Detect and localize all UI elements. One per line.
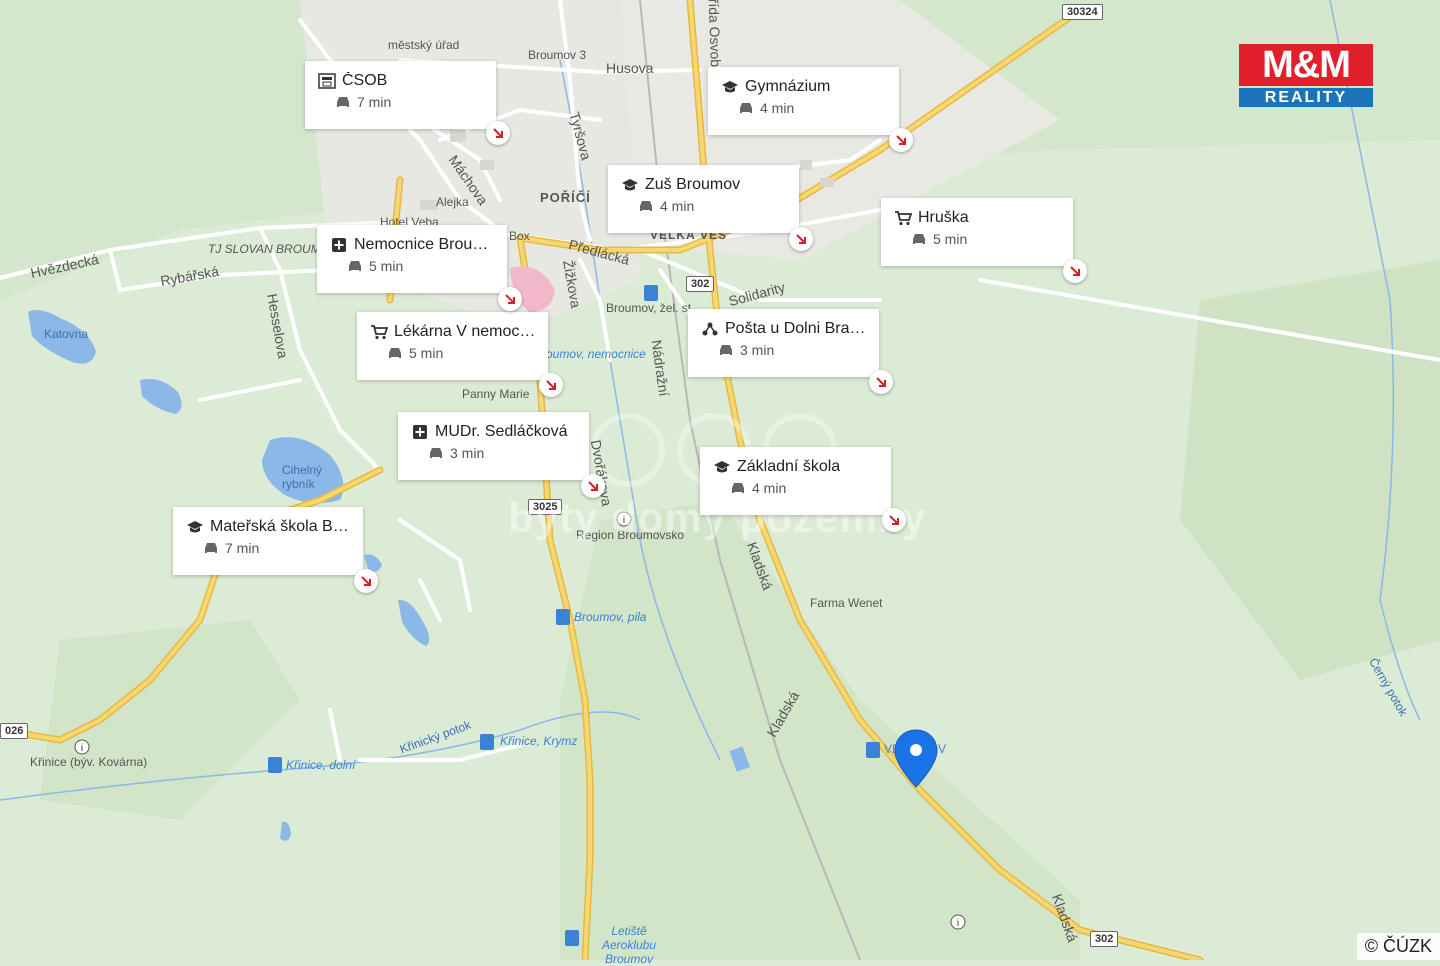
- poi-anchor-arrow-icon[interactable]: [869, 370, 893, 394]
- poi-name: Zuš Broumov: [645, 176, 741, 193]
- poi-travel-time: 7 min: [357, 94, 392, 110]
- place-label: Broumov, žel. st.: [606, 301, 695, 315]
- bus-stop-icon: [644, 285, 658, 301]
- poi-travel-time: 5 min: [369, 258, 404, 274]
- place-label: Cihelný rybník: [282, 463, 323, 491]
- svg-text:i: i: [81, 743, 83, 754]
- poi-travel-time: 4 min: [660, 198, 695, 214]
- car-icon: [740, 103, 752, 113]
- bank-icon: [317, 73, 337, 89]
- poi-card-posta[interactable]: Pošta u Dolni Branky 3 min: [688, 309, 879, 377]
- car-icon: [732, 483, 744, 493]
- poi-name: Lékárna V nemocnici: [394, 323, 536, 340]
- shop-cart-icon: [893, 210, 913, 226]
- road-number-badge: 026: [0, 723, 29, 739]
- place-label: Katovna: [44, 327, 89, 341]
- poi-card-nemocnice[interactable]: Nemocnice Broumov 5 min: [317, 225, 507, 293]
- logo-text: M&M: [1262, 44, 1351, 86]
- poi-anchor-arrow-icon[interactable]: [486, 121, 510, 145]
- post-office-icon: [700, 321, 720, 337]
- poi-travel-time: 3 min: [450, 445, 485, 461]
- car-icon: [349, 261, 361, 271]
- place-label: Křinice, dolní: [286, 758, 356, 772]
- car-icon: [337, 97, 349, 107]
- road-number-badge: 30324: [1062, 4, 1103, 20]
- car-icon: [913, 234, 925, 244]
- poi-anchor-arrow-icon[interactable]: [539, 373, 563, 397]
- poi-anchor-arrow-icon[interactable]: [354, 569, 378, 593]
- medical-cross-icon: [410, 424, 430, 440]
- poi-anchor-arrow-icon[interactable]: [882, 508, 906, 532]
- poi-travel-time: 4 min: [752, 480, 787, 496]
- poi-card-lekarna[interactable]: Lékárna V nemocnici 5 min: [357, 312, 548, 380]
- school-icon: [185, 519, 205, 535]
- place-label: městský úřad: [388, 38, 460, 52]
- place-label: Alejka: [436, 195, 469, 209]
- logo-subtext: REALITY: [1264, 89, 1348, 106]
- shop-cart-icon: [369, 324, 389, 340]
- road-number-badge: 302: [686, 276, 715, 292]
- poi-anchor-arrow-icon[interactable]: [789, 227, 813, 251]
- place-label: Křinice, Krymz: [500, 734, 578, 748]
- poi-card-mudr-sedlackova[interactable]: MUDr. Sedláčková 3 min: [398, 412, 589, 480]
- place-label: Broumov, nemocnice: [534, 347, 646, 361]
- medical-cross-icon: [329, 237, 349, 253]
- bus-stop-icon: [556, 609, 570, 625]
- poi-card-csob[interactable]: ČSOB 7 min: [305, 61, 496, 129]
- poi-anchor-arrow-icon[interactable]: [581, 474, 605, 498]
- car-icon: [640, 201, 652, 211]
- poi-name: Pošta u Dolni Branky: [725, 320, 867, 337]
- car-icon: [389, 348, 401, 358]
- road-number-badge: 302: [1090, 931, 1119, 947]
- poi-name: Základní škola: [737, 458, 841, 475]
- poi-card-zus-broumov[interactable]: Zuš Broumov 4 min: [608, 165, 799, 233]
- poi-anchor-arrow-icon[interactable]: [889, 128, 913, 152]
- bus-stop-icon: [565, 930, 579, 946]
- poi-card-gymnazium[interactable]: Gymnázium 4 min: [708, 67, 899, 135]
- svg-text:i: i: [957, 918, 959, 929]
- bus-stop-icon: [268, 757, 282, 773]
- car-icon: [720, 345, 732, 355]
- property-location-pin-icon[interactable]: [893, 729, 939, 789]
- bus-stop-icon: [866, 742, 880, 758]
- bus-stop-icon: [480, 734, 494, 750]
- poi-name: ČSOB: [342, 72, 388, 89]
- place-label: Box: [509, 229, 530, 243]
- mm-reality-logo: M&M REALITY: [1239, 44, 1373, 107]
- poi-travel-time: 7 min: [225, 540, 260, 556]
- poi-anchor-arrow-icon[interactable]: [1063, 259, 1087, 283]
- poi-card-hruska[interactable]: Hruška 5 min: [881, 198, 1073, 266]
- poi-name: Mateřská škola Broumov: [210, 518, 351, 535]
- info-icon: i: [74, 739, 90, 755]
- place-label: Broumov 3: [528, 48, 587, 62]
- poi-travel-time: 5 min: [409, 345, 444, 361]
- poi-anchor-arrow-icon[interactable]: [498, 287, 522, 311]
- school-icon: [620, 177, 640, 193]
- poi-name: Nemocnice Broumov: [354, 236, 495, 253]
- poi-name: Gymnázium: [745, 78, 831, 95]
- district-label: POŘÍČÍ: [540, 190, 591, 205]
- place-label: Broumov, pila: [574, 610, 647, 624]
- poi-name: MUDr. Sedláčková: [435, 423, 568, 440]
- place-label: Panny Marie: [462, 387, 530, 401]
- poi-travel-time: 4 min: [760, 100, 795, 116]
- poi-card-materska-skola[interactable]: Mateřská škola Broumov 7 min: [173, 507, 363, 575]
- info-icon: i: [950, 914, 966, 930]
- copyright-notice: © ČÚZK: [1356, 933, 1440, 960]
- poi-travel-time: 5 min: [933, 231, 968, 247]
- poi-name: Hruška: [918, 209, 969, 226]
- car-icon: [205, 543, 217, 553]
- school-icon: [720, 79, 740, 95]
- car-icon: [430, 448, 442, 458]
- poi-card-zakladni-skola[interactable]: Základní škola 4 min: [700, 447, 891, 515]
- place-label: Farma Wenet: [810, 596, 883, 610]
- poi-travel-time: 3 min: [740, 342, 775, 358]
- street-label: Husova: [606, 60, 654, 76]
- school-icon: [712, 459, 732, 475]
- place-label: Křinice (býv. Kovárna): [30, 755, 148, 769]
